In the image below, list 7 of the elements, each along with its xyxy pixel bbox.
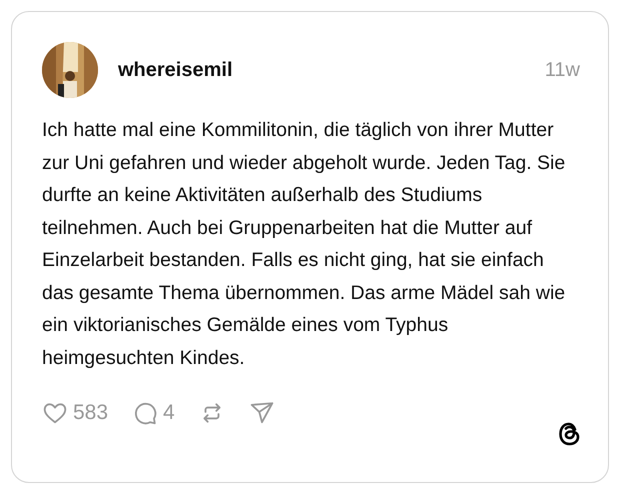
- speech-bubble-icon[interactable]: [132, 400, 158, 426]
- paper-plane-icon[interactable]: [248, 400, 275, 426]
- post-text: Ich hatte mal eine Kommilitonin, die täglich von ihrer Mutter zur Uni gefahren und wieder abgeholt wurde. Jeden Tag. Sie durfte an keine Aktivitäten außerhalb des Studiums teilnehmen. Auch bei Gruppenarbeiten hat die Mutter auf Einzelarbeit bestanden. Falls es nicht ging, hat sie einfach das gesamte Thema übernommen. Das arme Mädel sah wie ein viktorianisches Gemälde eines vom Typhus heimgesuchten Kindes.: [42, 118, 566, 370]
- like-count: 583: [73, 401, 108, 425]
- post-time: 11w: [544, 58, 580, 82]
- username[interactable]: whereisemil: [118, 58, 525, 82]
- reply-count: 4: [163, 401, 175, 425]
